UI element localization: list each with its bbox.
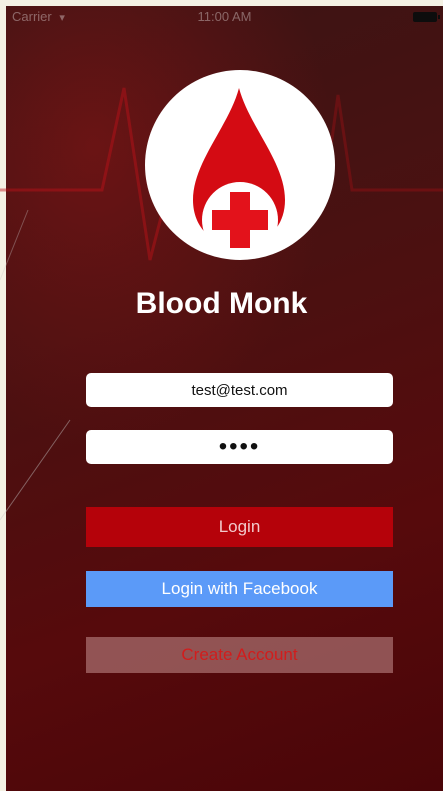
facebook-login-button[interactable]: Login with Facebook	[86, 571, 393, 607]
create-account-button[interactable]: Create Account	[86, 637, 393, 673]
status-time: 11:00 AM	[197, 9, 252, 24]
password-field[interactable]	[86, 430, 393, 464]
status-bar: Carrier ▾ 11:00 AM	[6, 6, 443, 26]
blood-drop-cross-logo	[193, 88, 285, 258]
login-button[interactable]: Login	[86, 507, 393, 547]
app-logo	[145, 70, 335, 260]
email-field[interactable]	[86, 373, 393, 407]
battery-icon	[413, 12, 440, 22]
app-title: Blood Monk	[135, 287, 308, 320]
